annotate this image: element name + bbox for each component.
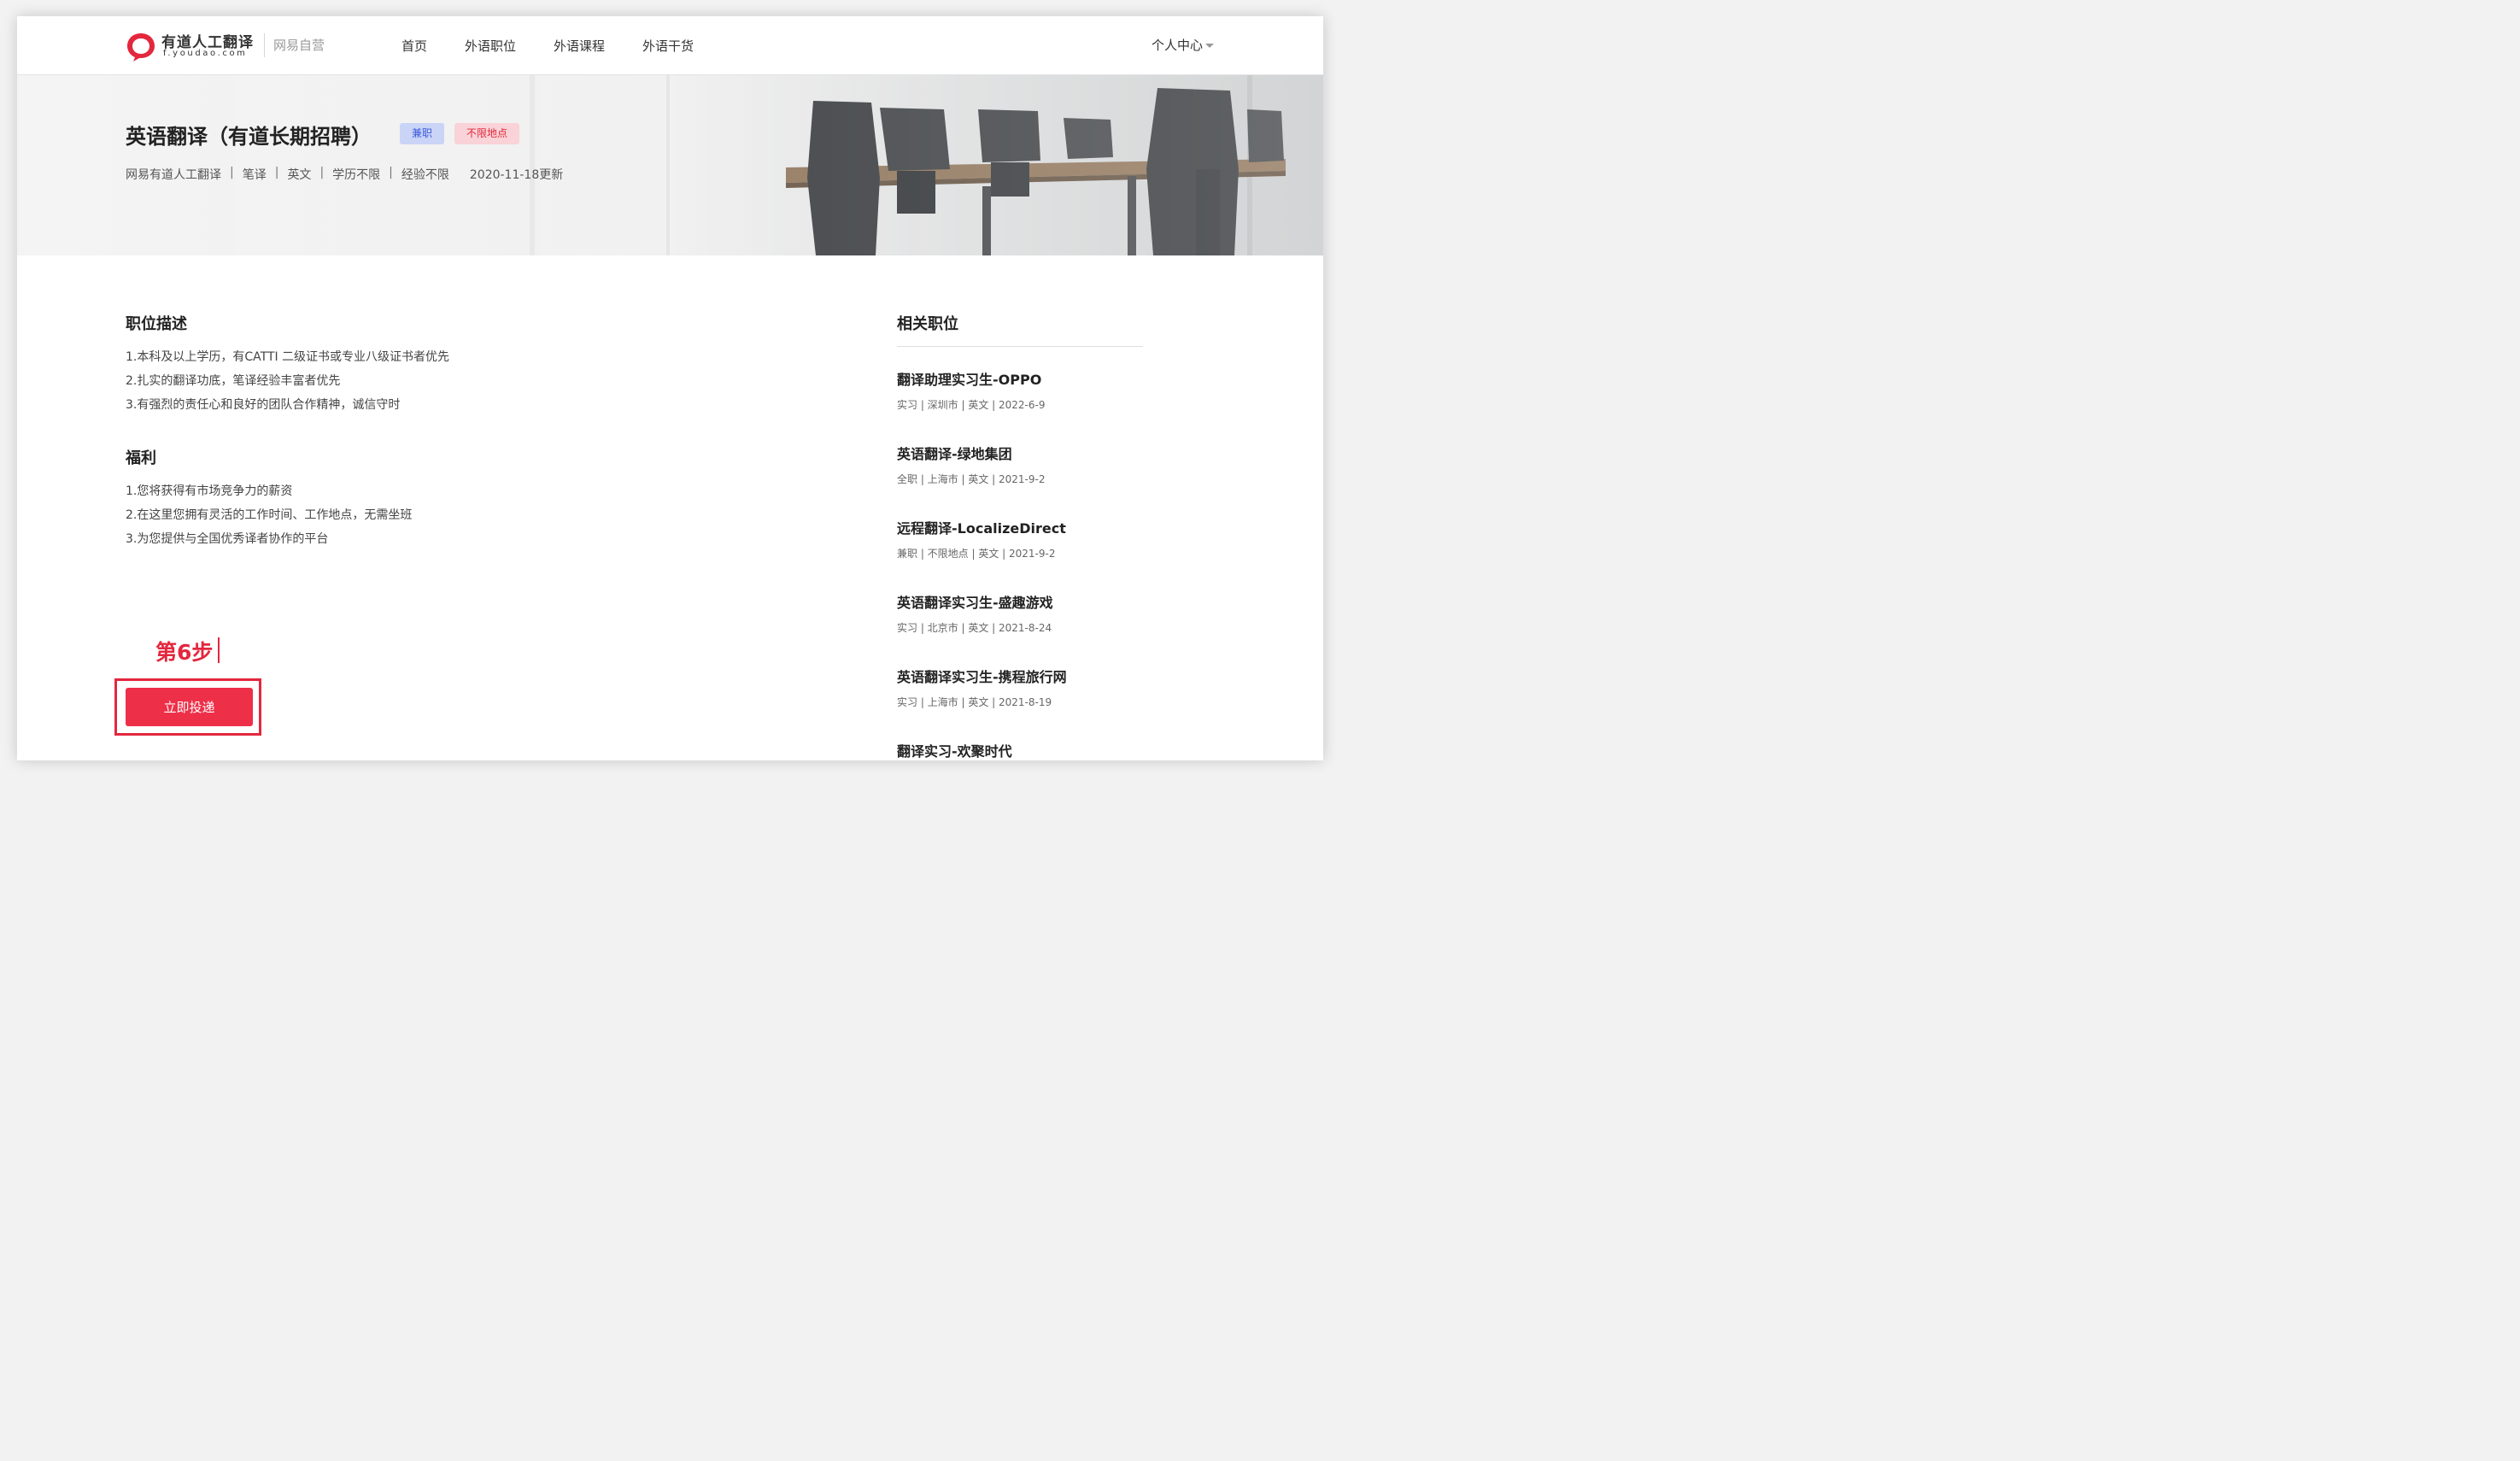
job-company: 网易有道人工翻译 [126,168,221,182]
related-job-name: 远程翻译-LocalizeDirect [897,520,1066,537]
nav-item-courses[interactable]: 外语课程 [554,37,605,55]
job-experience: 经验不限 [401,168,449,182]
related-job-name: 英语翻译-绿地集团 [897,446,1012,462]
meta-divider: | [274,166,279,179]
job-updated-date: 2020-11-18更新 [469,168,564,182]
related-job-meta: 实习 | 深圳市 | 英文 | 2022-6-9 [897,399,1046,411]
meta-divider: | [319,166,325,179]
related-job-meta: 兼职 | 不限地点 | 英文 | 2021-9-2 [897,548,1056,560]
benefits-list: 1.您将获得有市场竞争力的薪资 2.在这里您拥有灵活的工作时间、工作地点，无需坐… [126,479,412,551]
benefit-item: 1.您将获得有市场竞争力的薪资 [126,484,293,498]
youdao-logo-icon [127,33,155,62]
related-job-meta: 实习 | 上海市 | 英文 | 2021-8-19 [897,696,1052,708]
related-jobs-title: 相关职位 [897,315,958,333]
nav-item-home[interactable]: 首页 [401,37,427,55]
job-language: 英文 [287,168,312,182]
benefit-item: 2.在这里您拥有灵活的工作时间、工作地点，无需坐班 [126,508,413,522]
related-job-meta: 全职 | 上海市 | 英文 | 2021-9-2 [897,473,1046,485]
nav-item-resources[interactable]: 外语干货 [642,37,694,55]
text-cursor [218,637,220,663]
job-meta: 网易有道人工翻译 | 笔译 | 英文 | 学历不限 | 经验不限 2020-11… [126,166,563,183]
related-job-name: 翻译实习-欢聚时代 [897,743,1012,760]
benefit-item: 3.为您提供与全国优秀译者协作的平台 [126,532,329,546]
related-job-item[interactable]: 英语翻译实习生-盛趣游戏 实习 | 北京市 | 英文 | 2021-8-24 [897,591,1153,635]
related-job-item[interactable]: 远程翻译-LocalizeDirect 兼职 | 不限地点 | 英文 | 202… [897,517,1153,560]
related-job-item[interactable]: 翻译实习-欢聚时代 [897,740,1153,760]
logo-subtitle: 网易自营 [273,38,325,53]
meta-divider: | [389,166,393,179]
job-type-badge: 兼职 [400,123,445,144]
step-annotation: 第6步 [155,640,214,665]
job-education: 学历不限 [332,168,381,182]
job-title: 英语翻译（有道长期招聘） [126,125,372,149]
chevron-down-icon [1205,44,1214,48]
user-center-label: 个人中心 [1151,38,1203,53]
nav-item-jobs[interactable]: 外语职位 [465,37,516,55]
job-banner: 英语翻译（有道长期招聘） 兼职 不限地点 网易有道人工翻译 | 笔译 | 英文 … [17,75,1323,255]
meta-divider: | [230,166,234,179]
related-job-item[interactable]: 英语翻译实习生-携程旅行网 实习 | 上海市 | 英文 | 2021-8-19 [897,666,1153,709]
related-divider [897,346,1143,347]
user-center-menu[interactable]: 个人中心 [1152,36,1214,54]
site-logo[interactable]: 有道人工翻译 f.youdao.com 网易自营 [125,28,330,66]
description-list: 1.本科及以上学历，有CATTI 二级证书或专业八级证书者优先 2.扎实的翻译功… [126,345,449,417]
related-job-meta: 实习 | 北京市 | 英文 | 2021-8-24 [897,622,1052,634]
top-header: 有道人工翻译 f.youdao.com 网易自营 首页 外语职位 外语课程 外语… [17,16,1323,75]
description-item: 2.扎实的翻译功底，笔译经验丰富者优先 [126,374,341,388]
description-title: 职位描述 [126,315,187,333]
related-job-name: 翻译助理实习生-OPPO [897,372,1042,388]
benefits-title: 福利 [126,449,156,467]
related-job-item[interactable]: 英语翻译-绿地集团 全职 | 上海市 | 英文 | 2021-9-2 [897,443,1153,486]
description-item: 1.本科及以上学历，有CATTI 二级证书或专业八级证书者优先 [126,350,450,364]
page-frame: 有道人工翻译 f.youdao.com 网易自营 首页 外语职位 外语课程 外语… [17,16,1323,760]
apply-button[interactable]: 立即投递 [126,688,253,726]
related-job-name: 英语翻译实习生-盛趣游戏 [897,595,1053,611]
job-location-badge: 不限地点 [454,123,520,144]
logo-domain: f.youdao.com [163,49,248,58]
related-job-name: 英语翻译实习生-携程旅行网 [897,669,1067,685]
main-nav: 首页 外语职位 外语课程 外语干货 [401,16,731,75]
related-job-item[interactable]: 翻译助理实习生-OPPO 实习 | 深圳市 | 英文 | 2022-6-9 [897,368,1153,412]
description-item: 3.有强烈的责任心和良好的团队合作精神，诚信守时 [126,398,401,412]
logo-divider [264,33,265,57]
job-category: 笔译 [242,168,267,182]
